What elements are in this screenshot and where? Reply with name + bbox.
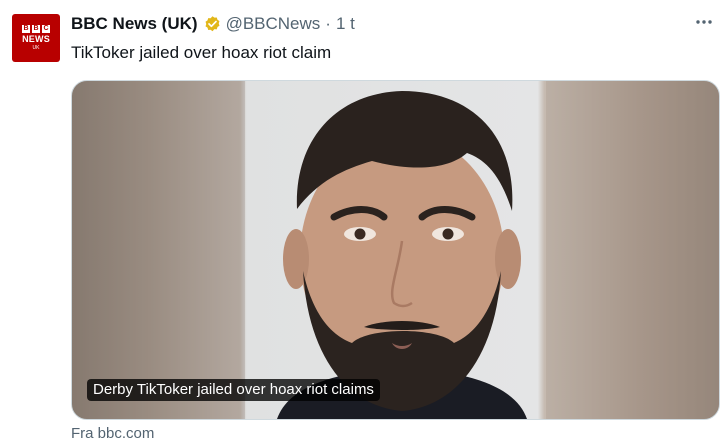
- tweet-header: BBC News (UK) @BBCNews · 1 t: [71, 13, 355, 35]
- link-card-media[interactable]: Derby TikToker jailed over hoax riot cla…: [71, 80, 720, 420]
- link-card-caption: Derby TikToker jailed over hoax riot cla…: [87, 379, 380, 401]
- bbc-block-b1: B: [22, 25, 30, 33]
- author-handle[interactable]: @BBCNews: [226, 14, 321, 34]
- link-source[interactable]: Fra bbc.com: [71, 425, 154, 443]
- avatar-news-label: NEWS: [22, 34, 50, 44]
- more-dots-icon[interactable]: [692, 10, 716, 34]
- tweet-timestamp[interactable]: 1 t: [336, 14, 355, 34]
- bbc-logo-blocks: B B C: [22, 25, 50, 33]
- bbc-block-c: C: [42, 25, 50, 33]
- bbc-block-b2: B: [32, 25, 40, 33]
- avatar-uk-label: UK: [32, 45, 40, 51]
- tweet-text: TikToker jailed over hoax riot claim: [71, 43, 332, 62]
- bbc-news-avatar[interactable]: B B C NEWS UK: [12, 14, 60, 62]
- gold-check-badge-icon[interactable]: [203, 15, 222, 34]
- separator-dot: ·: [325, 14, 331, 33]
- author-name[interactable]: BBC News (UK): [71, 14, 198, 34]
- mugshot-photo: [72, 81, 719, 419]
